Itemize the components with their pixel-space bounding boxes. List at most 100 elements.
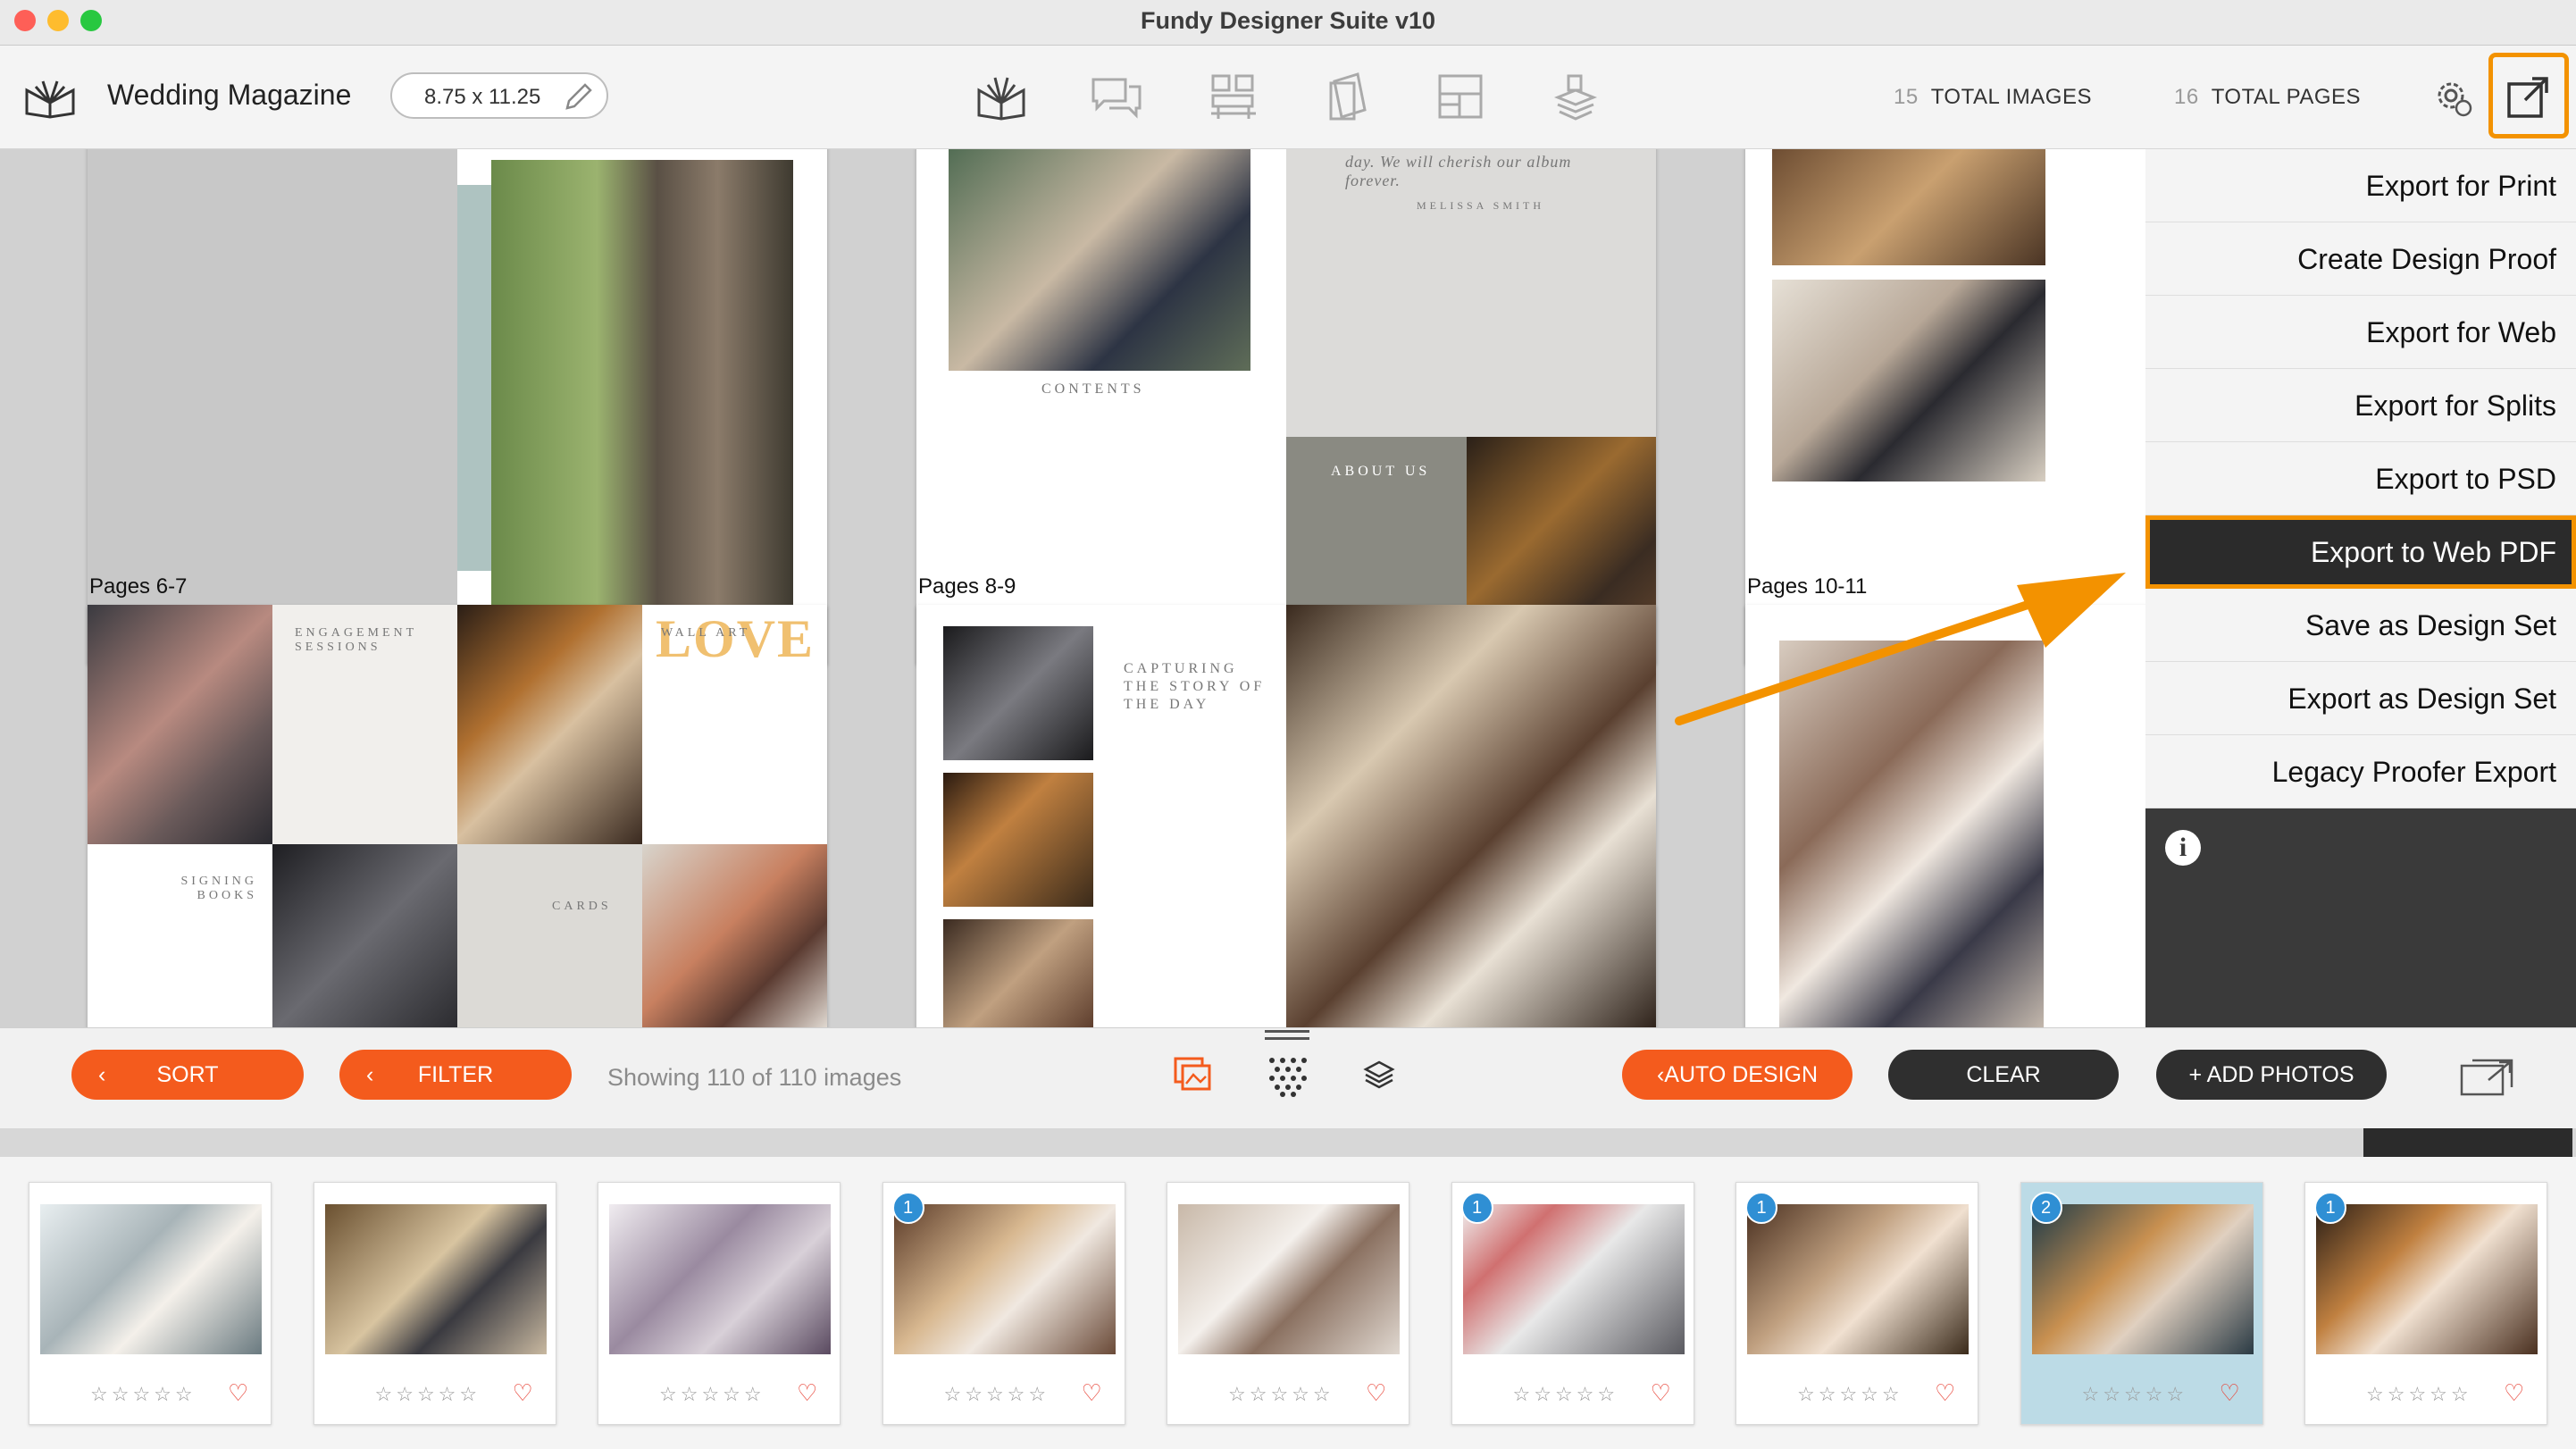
menu-item-export-to-web-pdf[interactable]: Export to Web PDF xyxy=(2145,515,2576,589)
favorite-heart-icon[interactable]: ♡ xyxy=(2220,1379,2240,1407)
star-rating[interactable]: ☆☆☆☆☆ xyxy=(1797,1383,1903,1406)
filmstrip-thumb[interactable]: 1 ☆☆☆☆☆ ♡ xyxy=(1735,1182,1978,1425)
filmstrip-thumb[interactable]: 1 ☆☆☆☆☆ ♡ xyxy=(2304,1182,2547,1425)
usage-count-badge: 1 xyxy=(891,1192,924,1224)
photo-groom-window[interactable] xyxy=(943,626,1093,760)
favorite-heart-icon[interactable]: ♡ xyxy=(1082,1379,1102,1407)
pencil-edit-icon[interactable] xyxy=(562,81,592,112)
contents-heading: CONTENTS xyxy=(1041,381,1145,397)
spread-pages-0-1[interactable] xyxy=(88,149,827,664)
grid-dots-icon[interactable] xyxy=(1267,1055,1309,1098)
star-rating[interactable]: ☆☆☆☆☆ xyxy=(659,1383,765,1406)
photo-filmstrip[interactable]: ☆☆☆☆☆ ♡ ☆☆☆☆☆ ♡ ☆☆☆☆☆ ♡ 1 ☆☆☆☆☆ ♡ ☆☆☆☆☆ ♡ 1 ☆☆☆☆☆ ♡ 1 ☆… xyxy=(0,1157,2576,1449)
thumbnail-image[interactable] xyxy=(2031,1204,2254,1354)
main-toolbar: Wedding Magazine 8.75 x 11.25 15 TOTAL IM… xyxy=(0,46,2576,149)
favorite-heart-icon[interactable]: ♡ xyxy=(1935,1379,1955,1407)
expand-window-icon[interactable] xyxy=(2458,1051,2517,1100)
thumbnail-image[interactable] xyxy=(40,1204,262,1354)
settings-gear-icon[interactable] xyxy=(2433,78,2474,119)
photo-couple-stone-wall[interactable] xyxy=(491,160,793,632)
total-images-counter: 15 TOTAL IMAGES xyxy=(1894,85,2092,110)
info-icon[interactable]: i xyxy=(2165,830,2201,866)
thumbnail-image[interactable] xyxy=(324,1204,547,1354)
clear-button[interactable]: CLEAR xyxy=(1888,1050,2119,1100)
photo-couple-embrace[interactable] xyxy=(949,149,1250,371)
layout-grid-icon[interactable] xyxy=(1433,71,1488,122)
star-rating[interactable]: ☆☆☆☆☆ xyxy=(90,1383,197,1406)
star-rating[interactable]: ☆☆☆☆☆ xyxy=(1513,1383,1619,1406)
menu-item-legacy-proofer-export[interactable]: Legacy Proofer Export xyxy=(2145,735,2576,808)
photo-guest-laughing[interactable] xyxy=(642,844,827,1027)
thumbnail-image[interactable] xyxy=(1462,1204,1685,1354)
star-rating[interactable]: ☆☆☆☆☆ xyxy=(2366,1383,2472,1406)
filmstrip-thumb[interactable]: 1 ☆☆☆☆☆ ♡ xyxy=(882,1182,1125,1425)
star-rating[interactable]: ☆☆☆☆☆ xyxy=(1228,1383,1334,1406)
filmstrip-thumb[interactable]: ☆☆☆☆☆ ♡ xyxy=(29,1182,272,1425)
export-menu-list: Export for Print Create Design Proof Exp… xyxy=(2145,149,2576,808)
favorite-heart-icon[interactable]: ♡ xyxy=(513,1379,533,1407)
filmstrip-divider[interactable] xyxy=(0,1128,2576,1157)
proofing-chat-icon[interactable] xyxy=(1088,71,1143,122)
thumbnail-image[interactable] xyxy=(893,1204,1116,1354)
menu-item-export-for-web[interactable]: Export for Web xyxy=(2145,296,2576,369)
filter-button[interactable]: ‹ FILTER xyxy=(339,1050,572,1100)
spread-pages-6-7[interactable]: ENGAGEMENT SESSIONS LOVE WALL ART SIGNIN… xyxy=(88,605,827,1027)
total-pages-label: TOTAL PAGES xyxy=(2211,85,2362,109)
thumbnail-image[interactable] xyxy=(2316,1204,2538,1354)
add-photos-button[interactable]: + ADD PHOTOS xyxy=(2156,1050,2387,1100)
auto-design-button[interactable]: ‹AUTO DESIGN xyxy=(1622,1050,1853,1100)
thumbnail-image[interactable] xyxy=(1747,1204,1969,1354)
filmstrip-thumb[interactable]: ☆☆☆☆☆ ♡ xyxy=(1167,1182,1409,1425)
favorite-heart-icon[interactable]: ♡ xyxy=(2504,1379,2524,1407)
cards-icon[interactable] xyxy=(1322,71,1377,122)
image-stack-icon[interactable] xyxy=(1172,1055,1215,1096)
favorite-heart-icon[interactable]: ♡ xyxy=(228,1379,248,1407)
engagement-heading: ENGAGEMENT SESSIONS xyxy=(295,626,417,654)
photo-love-couple[interactable] xyxy=(943,773,1093,907)
menu-item-export-to-psd[interactable]: Export to PSD xyxy=(2145,442,2576,515)
drag-handle[interactable] xyxy=(1265,1030,1309,1033)
spread-pages-2-3[interactable]: CONTENTS day. We will cherish our album … xyxy=(916,149,1656,664)
album-size-field[interactable]: 8.75 x 11.25 xyxy=(390,72,608,119)
cards-heading: CARDS xyxy=(552,900,612,913)
photo-first-dance[interactable] xyxy=(1772,280,2045,482)
favorite-heart-icon[interactable]: ♡ xyxy=(797,1379,817,1407)
star-rating[interactable]: ☆☆☆☆☆ xyxy=(2082,1383,2188,1406)
photo-engagement-couple[interactable] xyxy=(88,605,272,844)
sort-button[interactable]: ‹ SORT xyxy=(71,1050,304,1100)
spread-pages-8-9[interactable]: CAPTURING THE STORY OF THE DAY xyxy=(916,605,1656,1027)
total-pages-counter: 16 TOTAL PAGES xyxy=(2174,85,2361,110)
thumbnail-image[interactable] xyxy=(609,1204,831,1354)
star-rating[interactable]: ☆☆☆☆☆ xyxy=(944,1383,1050,1406)
thumbnail-image[interactable] xyxy=(1178,1204,1400,1354)
photo-cake-cutting[interactable] xyxy=(1286,605,1656,1027)
menu-item-export-as-design-set[interactable]: Export as Design Set xyxy=(2145,662,2576,735)
filmstrip-thumb[interactable]: ☆☆☆☆☆ ♡ xyxy=(313,1182,556,1425)
design-mode-icon[interactable] xyxy=(974,71,1029,122)
stack-hand-icon[interactable] xyxy=(1549,71,1604,122)
photo-love-sign-kiss[interactable] xyxy=(457,605,642,844)
menu-item-create-design-proof[interactable]: Create Design Proof xyxy=(2145,222,2576,296)
album-logo-icon[interactable] xyxy=(23,78,77,119)
about-us-heading: ABOUT US xyxy=(1331,464,1431,479)
menu-item-export-for-print[interactable]: Export for Print xyxy=(2145,149,2576,222)
menu-item-export-for-splits[interactable]: Export for Splits xyxy=(2145,369,2576,442)
layers-icon[interactable] xyxy=(1363,1059,1395,1093)
filmstrip-thumb[interactable]: 1 ☆☆☆☆☆ ♡ xyxy=(1451,1182,1694,1425)
star-rating[interactable]: ☆☆☆☆☆ xyxy=(375,1383,481,1406)
favorite-heart-icon[interactable]: ♡ xyxy=(1366,1379,1386,1407)
signing-books-heading: SIGNING BOOKS xyxy=(180,875,257,902)
export-button[interactable] xyxy=(2488,53,2569,138)
filmstrip-thumb[interactable]: 2 ☆☆☆☆☆ ♡ xyxy=(2020,1182,2263,1425)
project-name[interactable]: Wedding Magazine xyxy=(107,79,351,112)
wall-art-icon[interactable] xyxy=(1206,71,1261,122)
photo-reception-dance[interactable] xyxy=(1772,149,2045,265)
drag-handle-line xyxy=(1265,1037,1309,1040)
photo-bride-cake[interactable] xyxy=(943,919,1093,1027)
filmstrip-thumb[interactable]: ☆☆☆☆☆ ♡ xyxy=(598,1182,841,1425)
favorite-heart-icon[interactable]: ♡ xyxy=(1651,1379,1671,1407)
clear-label: CLEAR xyxy=(1966,1062,2041,1087)
menu-item-save-as-design-set[interactable]: Save as Design Set xyxy=(2145,589,2576,662)
total-images-count: 15 xyxy=(1894,85,1919,109)
photo-signing-book[interactable] xyxy=(272,844,457,1027)
